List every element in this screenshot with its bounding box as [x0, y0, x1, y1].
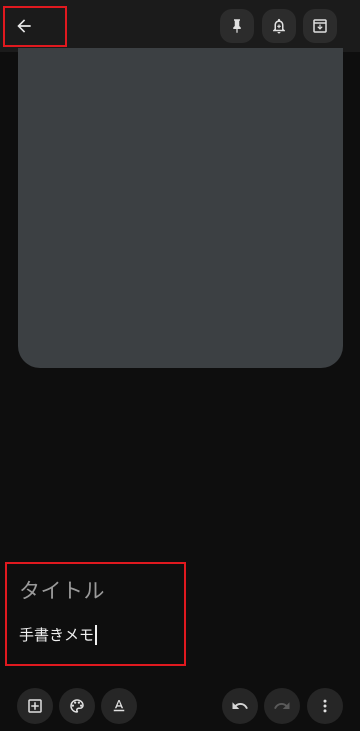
reminder-button[interactable] [262, 9, 296, 43]
palette-icon [68, 697, 86, 715]
undo-icon [231, 697, 249, 715]
bottom-toolbar [0, 680, 360, 731]
add-box-icon [26, 697, 44, 715]
pin-icon [228, 17, 246, 35]
back-button[interactable] [10, 12, 38, 40]
redo-button[interactable] [264, 688, 300, 724]
pin-button[interactable] [220, 9, 254, 43]
drawing-canvas-preview[interactable] [18, 48, 343, 368]
note-editor-screen: タイトル 手書きメモ [0, 0, 360, 731]
note-body-field[interactable]: 手書きメモ [19, 624, 97, 645]
background-options-button[interactable] [59, 688, 95, 724]
title-field[interactable]: タイトル [19, 575, 105, 605]
bell-plus-icon [270, 17, 288, 35]
archive-icon [311, 17, 329, 35]
note-body-text: 手書きメモ [19, 626, 95, 644]
text-format-icon [110, 697, 128, 715]
top-app-bar [0, 0, 360, 52]
text-format-button[interactable] [101, 688, 137, 724]
back-arrow-icon [14, 16, 34, 36]
redo-icon [273, 697, 291, 715]
more-vert-icon [316, 697, 334, 715]
text-cursor [95, 624, 97, 645]
undo-button[interactable] [222, 688, 258, 724]
archive-button[interactable] [303, 9, 337, 43]
add-content-button[interactable] [17, 688, 53, 724]
more-options-button[interactable] [307, 688, 343, 724]
